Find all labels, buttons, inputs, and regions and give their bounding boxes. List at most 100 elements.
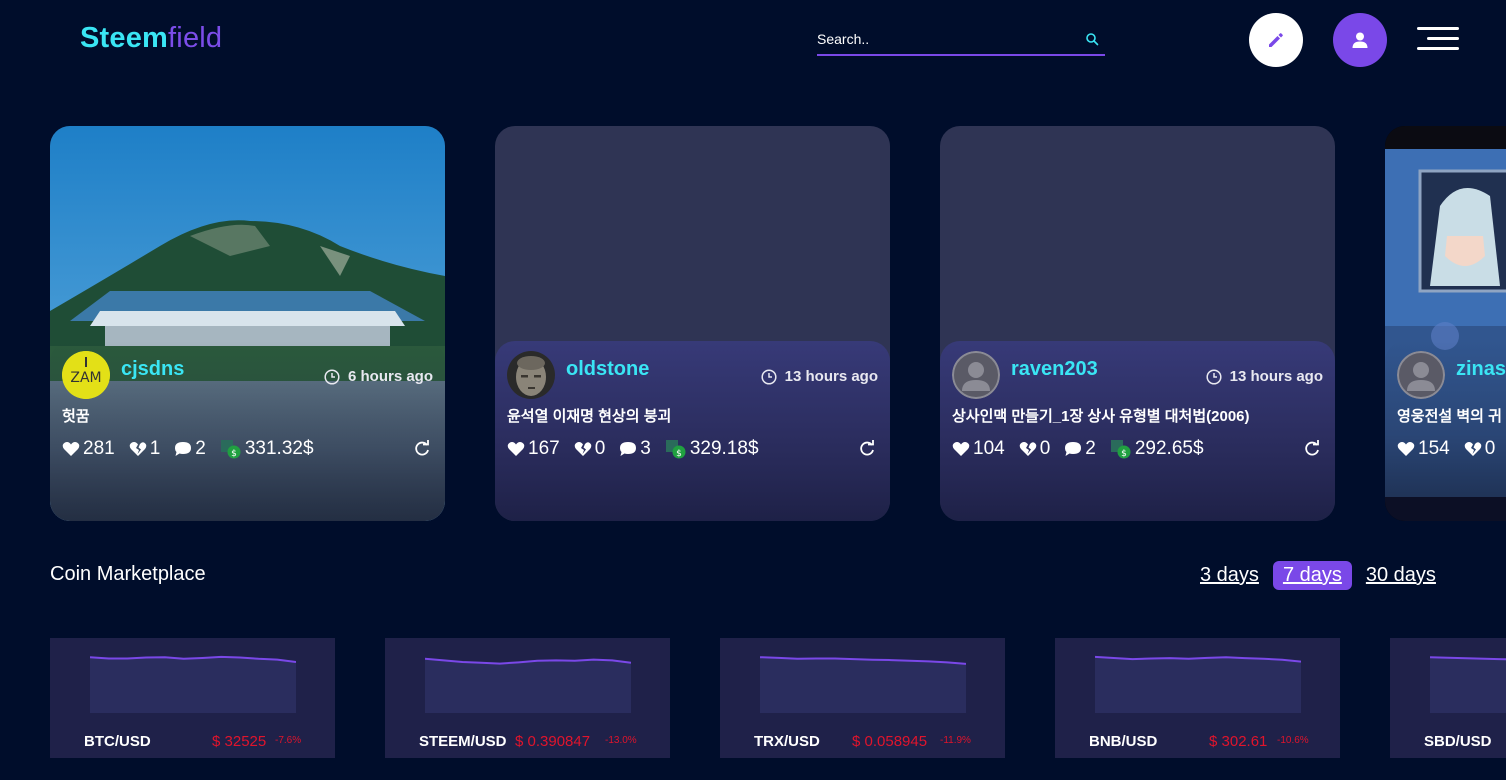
price-sparkline	[425, 657, 631, 713]
post-card[interactable]: zinasu 영웅전설 벽의 귀 154 0	[1385, 126, 1506, 521]
post-title[interactable]: 상사인맥 만들기_1장 상사 유형별 대처법(2006)	[952, 405, 1250, 426]
post-time: 6 hours ago	[324, 368, 433, 385]
svg-text:$: $	[231, 449, 237, 459]
heart-icon	[507, 442, 525, 456]
post-author[interactable]: raven203	[1011, 358, 1098, 381]
post-card[interactable]: ZAM cjsdns 6 hours ago 헛꿈 281 1 2 $ 331.…	[50, 126, 445, 521]
period-3-days[interactable]: 3 days	[1196, 561, 1263, 590]
price-sparkline	[1430, 656, 1506, 713]
post-author[interactable]: zinasu	[1456, 358, 1506, 381]
clock-icon	[1206, 368, 1222, 385]
search-icon[interactable]	[1085, 32, 1099, 46]
post-card[interactable]: oldstone 13 hours ago 윤석열 이재명 현상의 붕괴 167…	[495, 126, 890, 521]
coin-card-btc[interactable]: BTC/USD $ 32525 -7.6%	[50, 638, 335, 758]
share-icon[interactable]	[1303, 439, 1321, 457]
post-info: oldstone 13 hours ago 윤석열 이재명 현상의 붕괴 167…	[495, 341, 890, 521]
coin-price: $ 0.058945	[852, 733, 928, 750]
author-avatar[interactable]	[1397, 351, 1445, 399]
price-sparkline	[760, 656, 966, 713]
dislike-button[interactable]: 0	[574, 438, 606, 460]
heart-icon	[62, 442, 80, 456]
post-time: 13 hours ago	[761, 368, 878, 385]
payout-value: 331.32$	[244, 438, 314, 459]
svg-text:$: $	[676, 449, 682, 459]
post-info: zinasu 영웅전설 벽의 귀 154 0	[1385, 341, 1506, 497]
post-title[interactable]: 윤석열 이재명 현상의 붕괴	[507, 405, 671, 426]
comment-icon	[1065, 442, 1082, 456]
post-author[interactable]: oldstone	[566, 358, 649, 381]
coin-change: -13.0%	[605, 735, 637, 746]
period-30-days[interactable]: 30 days	[1362, 561, 1440, 590]
hamburger-menu-icon[interactable]	[1417, 26, 1459, 52]
comment-icon	[175, 442, 192, 456]
dislike-count: 0	[594, 438, 606, 459]
dislike-button[interactable]: 0	[1464, 438, 1495, 460]
sparkline-area	[760, 657, 966, 713]
like-button[interactable]: 281	[62, 438, 115, 460]
share-icon[interactable]	[413, 439, 431, 457]
post-stats: 281 1 2 $ 331.32$	[62, 436, 433, 462]
like-button[interactable]: 154	[1397, 438, 1450, 460]
coin-pair: BNB/USD	[1089, 733, 1158, 750]
post-title[interactable]: 헛꿈	[62, 405, 90, 426]
post-info: raven203 13 hours ago 상사인맥 만들기_1장 상사 유형별…	[940, 341, 1335, 521]
payout-value: 292.65$	[1134, 438, 1204, 459]
coin-pair: STEEM/USD	[419, 733, 507, 750]
heart-icon	[1397, 442, 1415, 456]
coin-change: -10.6%	[1277, 735, 1309, 746]
comment-button[interactable]: 2	[174, 438, 206, 460]
coin-pair: TRX/USD	[754, 733, 820, 750]
svg-text:$: $	[1121, 449, 1127, 459]
author-avatar[interactable]	[507, 351, 555, 399]
coin-change: -11.9%	[940, 735, 971, 746]
comment-count: 2	[1085, 438, 1096, 459]
comment-button[interactable]: 3	[619, 438, 651, 460]
post-title[interactable]: 영웅전설 벽의 귀	[1397, 405, 1502, 426]
default-avatar-icon	[952, 351, 1000, 399]
price-sparkline	[1095, 655, 1301, 713]
logo[interactable]: Steemfield	[80, 22, 222, 55]
coin-card-steem[interactable]: STEEM/USD $ 0.390847 -13.0%	[385, 638, 670, 758]
post-info: ZAM cjsdns 6 hours ago 헛꿈 281 1 2 $ 331.…	[50, 341, 445, 521]
user-profile-button[interactable]	[1333, 13, 1387, 67]
author-logo-icon: ZAM	[62, 351, 110, 399]
like-button[interactable]: 104	[952, 438, 1005, 460]
write-post-button[interactable]	[1249, 13, 1303, 67]
period-7-days[interactable]: 7 days	[1272, 561, 1352, 590]
coin-card-trx[interactable]: TRX/USD $ 0.058945 -11.9%	[720, 638, 1005, 758]
like-count: 154	[1418, 438, 1450, 459]
payout: $ 331.32$	[220, 438, 314, 460]
author-avatar[interactable]: ZAM	[62, 351, 110, 399]
coin-change: -7.6%	[275, 735, 302, 746]
post-stats: 167 0 3 $ 329.18$	[507, 436, 878, 462]
share-icon[interactable]	[858, 439, 876, 457]
coin-card-sbd[interactable]: SBD/USD	[1390, 638, 1506, 758]
broken-heart-icon	[1019, 442, 1036, 456]
default-avatar-icon	[1397, 351, 1445, 399]
search-input[interactable]	[817, 26, 1077, 52]
dislike-button[interactable]: 0	[1019, 438, 1050, 460]
post-time: 13 hours ago	[1206, 368, 1323, 385]
coin-card-bnb[interactable]: BNB/USD $ 302.61 -10.6%	[1055, 638, 1340, 758]
post-author[interactable]: cjsdns	[121, 358, 184, 381]
post-card[interactable]: raven203 13 hours ago 상사인맥 만들기_1장 상사 유형별…	[940, 126, 1335, 521]
post-time-text: 13 hours ago	[784, 368, 878, 385]
steem-dollar-icon: $	[220, 440, 241, 459]
logo-part-2: field	[168, 22, 223, 54]
post-time-text: 6 hours ago	[347, 368, 433, 385]
comment-button[interactable]: 2	[1064, 438, 1096, 460]
broken-heart-icon	[1464, 442, 1481, 456]
like-count: 281	[83, 438, 115, 459]
dislike-button[interactable]: 1	[129, 438, 160, 460]
period-selector: 3 days 7 days 30 days	[1196, 561, 1440, 590]
comment-count: 3	[640, 438, 651, 459]
pencil-icon	[1269, 33, 1283, 47]
payout: $ 329.18$	[665, 438, 759, 460]
sparkline-area	[90, 656, 296, 713]
coin-price: $ 32525	[212, 733, 267, 750]
statue-face-icon	[507, 351, 555, 399]
payout-value: 329.18$	[689, 438, 759, 459]
price-sparkline	[90, 655, 296, 713]
like-button[interactable]: 167	[507, 438, 560, 460]
author-avatar[interactable]	[952, 351, 1000, 399]
